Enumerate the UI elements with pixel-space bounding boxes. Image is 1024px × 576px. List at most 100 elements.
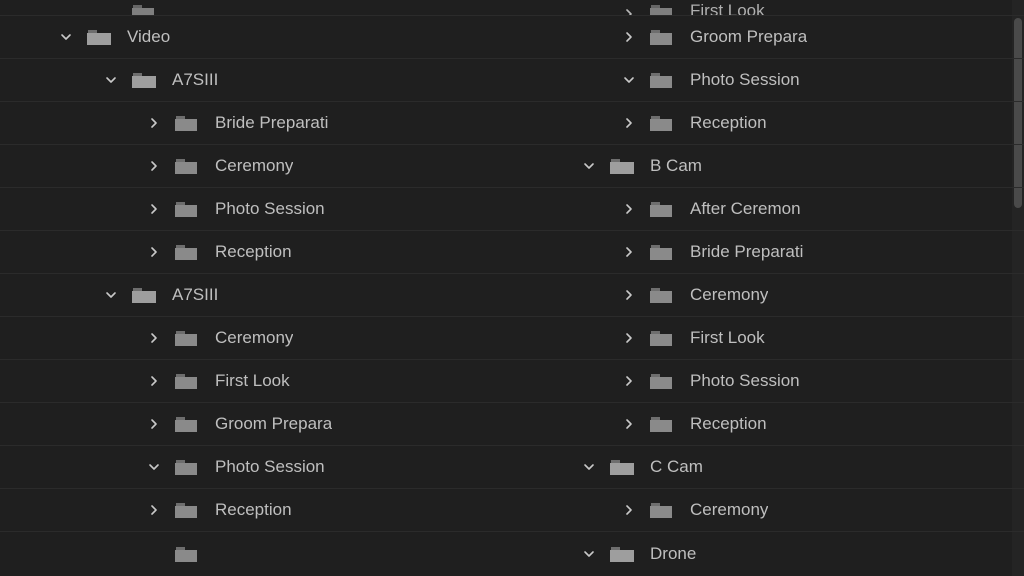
folder-tree-right[interactable]: First Look Groom Prepara Photo Session Rece… — [555, 0, 1024, 576]
tree-row[interactable]: Photo Session — [0, 188, 555, 231]
folder-icon — [650, 501, 674, 519]
folder-label: Bride Preparati — [690, 242, 803, 262]
chevron-right-icon[interactable] — [622, 245, 636, 259]
folder-label: B Cam — [650, 156, 702, 176]
chevron-right-icon[interactable] — [622, 202, 636, 216]
tree-row[interactable]: Ceremony — [0, 317, 555, 360]
tree-row[interactable]: Groom Prepara — [555, 16, 1024, 59]
folder-icon — [610, 157, 634, 175]
folder-icon — [175, 458, 199, 476]
chevron-down-icon[interactable] — [104, 73, 118, 87]
tree-row[interactable]: Bride Preparati — [0, 102, 555, 145]
tree-row[interactable]: Ceremony — [0, 145, 555, 188]
folder-icon — [650, 114, 674, 132]
folder-icon — [610, 545, 634, 563]
chevron-down-icon[interactable] — [582, 460, 596, 474]
folder-icon — [175, 372, 199, 390]
tree-row[interactable]: Drone — [555, 532, 1024, 575]
chevron-right-icon[interactable] — [147, 417, 161, 431]
folder-label: After Ceremon — [690, 199, 801, 219]
chevron-right-icon[interactable] — [622, 417, 636, 431]
folder-label: First Look — [690, 1, 765, 16]
tree-row[interactable]: Groom Prepara — [0, 403, 555, 446]
folder-icon — [650, 415, 674, 433]
folder-label: Reception — [215, 242, 292, 262]
folder-label: Ceremony — [215, 328, 293, 348]
tree-row[interactable]: C Cam — [555, 446, 1024, 489]
folder-icon — [175, 329, 199, 347]
folder-icon — [175, 200, 199, 218]
chevron-right-icon[interactable] — [622, 374, 636, 388]
folder-label: Ceremony — [690, 500, 768, 520]
chevron-right-icon[interactable] — [622, 288, 636, 302]
project-bins: Video A7SIII Bride Preparati Ceremony Photo … — [0, 0, 1024, 576]
tree-row[interactable]: A7SIII — [0, 274, 555, 317]
folder-icon — [650, 329, 674, 347]
folder-label: Groom Prepara — [215, 414, 332, 434]
chevron-right-icon[interactable] — [147, 116, 161, 130]
tree-row[interactable]: Bride Preparati — [555, 231, 1024, 274]
folder-label: Photo Session — [215, 457, 325, 477]
folder-label: Ceremony — [690, 285, 768, 305]
folder-icon — [650, 71, 674, 89]
tree-row[interactable]: Ceremony — [555, 489, 1024, 532]
chevron-right-icon[interactable] — [147, 245, 161, 259]
tree-row[interactable]: First Look — [555, 317, 1024, 360]
tree-row[interactable]: A7SIII — [0, 59, 555, 102]
tree-row[interactable]: Reception — [555, 102, 1024, 145]
tree-row[interactable]: Reception — [0, 231, 555, 274]
chevron-right-icon[interactable] — [622, 30, 636, 44]
tree-row[interactable]: Reception — [0, 489, 555, 532]
folder-label: Reception — [690, 414, 767, 434]
folder-icon — [650, 243, 674, 261]
folder-label: First Look — [690, 328, 765, 348]
folder-icon — [610, 458, 634, 476]
tree-row[interactable]: First Look — [555, 0, 1024, 16]
folder-label: C Cam — [650, 457, 703, 477]
folder-icon — [175, 157, 199, 175]
folder-label: A7SIII — [172, 285, 218, 305]
chevron-right-icon[interactable] — [147, 202, 161, 216]
chevron-down-icon[interactable] — [147, 460, 161, 474]
folder-label: Drone — [650, 544, 696, 564]
tree-row-partial — [0, 0, 555, 16]
folder-icon — [175, 415, 199, 433]
folder-icon — [650, 372, 674, 390]
folder-icon — [650, 3, 674, 16]
chevron-right-icon[interactable] — [147, 503, 161, 517]
tree-row[interactable]: Photo Session — [555, 59, 1024, 102]
folder-icon — [650, 200, 674, 218]
folder-icon — [87, 28, 111, 46]
folder-icon — [132, 71, 156, 89]
chevron-down-icon[interactable] — [622, 73, 636, 87]
folder-label: Photo Session — [215, 199, 325, 219]
tree-row[interactable]: Photo Session — [0, 446, 555, 489]
chevron-right-icon[interactable] — [147, 159, 161, 173]
tree-row[interactable]: After Ceremon — [555, 188, 1024, 231]
chevron-right-icon[interactable] — [147, 331, 161, 345]
folder-label: Ceremony — [215, 156, 293, 176]
chevron-down-icon[interactable] — [582, 159, 596, 173]
tree-row[interactable]: B Cam — [555, 145, 1024, 188]
tree-row[interactable]: Photo Session — [555, 360, 1024, 403]
tree-row[interactable]: First Look — [0, 360, 555, 403]
tree-row[interactable]: Reception — [555, 403, 1024, 446]
chevron-right-icon[interactable] — [622, 331, 636, 345]
chevron-right-icon[interactable] — [147, 374, 161, 388]
chevron-down-icon[interactable] — [104, 288, 118, 302]
chevron-down-icon[interactable] — [59, 30, 73, 44]
folder-label: A7SIII — [172, 70, 218, 90]
folder-label: Reception — [215, 500, 292, 520]
tree-row-partial — [0, 532, 555, 575]
folder-label: Reception — [690, 113, 767, 133]
tree-row[interactable]: Ceremony — [555, 274, 1024, 317]
chevron-down-icon[interactable] — [582, 547, 596, 561]
chevron-right-icon[interactable] — [622, 7, 636, 16]
folder-label: Photo Session — [690, 70, 800, 90]
tree-row[interactable]: Video — [0, 16, 555, 59]
folder-tree-left[interactable]: Video A7SIII Bride Preparati Ceremony Photo … — [0, 0, 555, 576]
folder-icon — [650, 286, 674, 304]
chevron-right-icon[interactable] — [622, 116, 636, 130]
folder-label: Groom Prepara — [690, 27, 807, 47]
chevron-right-icon[interactable] — [622, 503, 636, 517]
